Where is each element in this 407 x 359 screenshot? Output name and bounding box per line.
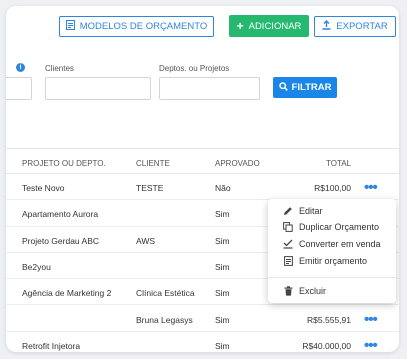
cell-project: Projeto Gerdau ABC <box>22 235 100 246</box>
menu-item-issue[interactable]: Emitir orçamento <box>268 253 396 269</box>
cell-approved: Sim <box>215 340 230 351</box>
budget-list-card: MODELOS DE ORÇAMENTO + ADICIONAR EXPORTA… <box>6 6 399 352</box>
depts-label: Deptos. ou Projetos <box>159 64 230 73</box>
menu-item-delete-label: Excluir <box>299 286 327 296</box>
menu-item-duplicate[interactable]: Duplicar Orçamento <box>268 219 396 235</box>
menu-item-convert[interactable]: Converter em venda <box>268 236 396 252</box>
cell-total: R$100,00 <box>314 183 351 193</box>
cell-approved: Sim <box>215 209 230 220</box>
column-header-client: CLIENTE <box>136 159 170 168</box>
cell-approved: Sim <box>215 314 230 325</box>
export-button-label: EXPORTAR <box>336 21 388 32</box>
table-row[interactable]: Bruna Legasys Sim R$5.555,91 ••• <box>6 306 399 332</box>
document-icon <box>65 20 75 33</box>
menu-item-delete[interactable]: Excluir <box>268 283 396 299</box>
export-icon <box>322 20 331 33</box>
cell-project: Retrofit Injetora <box>22 340 81 351</box>
cell-approved: Sim <box>215 235 230 246</box>
row-actions-icon[interactable]: ••• <box>364 312 378 327</box>
menu-item-convert-label: Converter em venda <box>299 239 381 249</box>
context-menu: Editar Duplicar Orçamento Converter em v… <box>268 199 396 303</box>
convert-icon <box>282 239 294 249</box>
cell-client: Bruna Legasys <box>136 314 193 325</box>
models-button-label: MODELOS DE ORÇAMENTO <box>79 21 208 32</box>
document-icon <box>282 256 294 266</box>
clients-label: Clientes <box>45 64 74 73</box>
table-row[interactable]: Retrofit Injetora Sim R$40.000,00 ••• <box>6 332 399 352</box>
first-filter-input[interactable] <box>6 77 32 100</box>
cell-client: TESTE <box>136 183 164 193</box>
cell-approved: Sim <box>215 288 230 299</box>
row-actions-icon[interactable]: ••• <box>364 338 378 352</box>
cell-approved: Não <box>215 183 231 193</box>
cell-client: AWS <box>136 235 156 246</box>
filter-button-label: FILTRAR <box>291 82 332 93</box>
info-icon[interactable]: i <box>16 63 25 72</box>
menu-item-edit[interactable]: Editar <box>268 203 396 219</box>
copy-icon <box>282 222 294 232</box>
filter-button[interactable]: FILTRAR <box>273 77 337 98</box>
menu-separator <box>268 277 396 278</box>
cell-total: R$40.000,00 <box>302 340 351 351</box>
column-header-approved: APROVADO <box>215 159 260 168</box>
cell-total: R$5.555,91 <box>307 314 351 325</box>
menu-item-issue-label: Emitir orçamento <box>299 256 368 266</box>
clients-input[interactable] <box>45 77 151 100</box>
models-button[interactable]: MODELOS DE ORÇAMENTO <box>59 16 214 37</box>
menu-item-edit-label: Editar <box>299 206 323 216</box>
menu-item-duplicate-label: Duplicar Orçamento <box>299 222 380 232</box>
cell-project: Teste Novo <box>22 183 65 193</box>
row-actions-icon[interactable]: ••• <box>364 180 378 195</box>
cell-project: Apartamento Aurora <box>22 209 99 220</box>
table-top-divider <box>6 148 399 149</box>
depts-input[interactable] <box>159 77 260 100</box>
search-icon <box>278 81 288 94</box>
plus-icon: + <box>236 19 244 33</box>
table-row[interactable]: Teste Novo TESTE Não R$100,00 ••• <box>6 174 399 201</box>
cell-approved: Sim <box>215 261 230 272</box>
trash-icon <box>282 286 294 296</box>
cell-project: Be2you <box>22 261 51 272</box>
add-button[interactable]: + ADICIONAR <box>229 15 309 37</box>
pencil-icon <box>282 206 294 216</box>
column-header-total: TOTAL <box>326 159 352 168</box>
cell-client: Clínica Estética <box>136 288 195 299</box>
add-button-label: ADICIONAR <box>248 20 302 32</box>
export-button[interactable]: EXPORTAR <box>314 16 396 37</box>
column-header-project: PROJETO OU DEPTO. <box>22 159 106 168</box>
cell-project: Agência de Marketing 2 <box>22 288 112 299</box>
